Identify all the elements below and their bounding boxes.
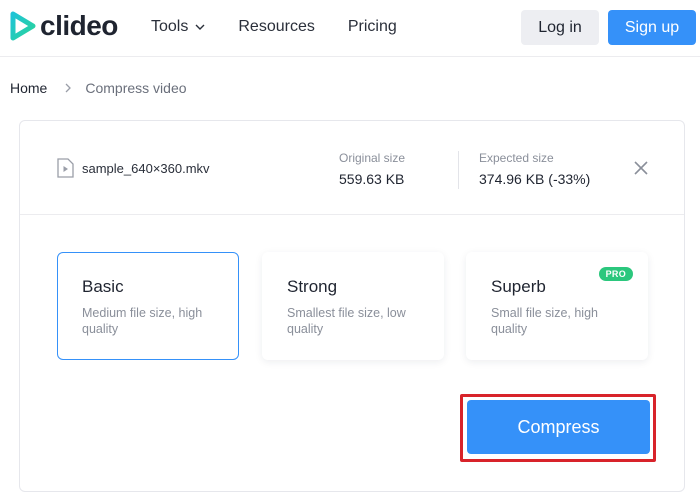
option-strong-desc: Smallest file size, low quality bbox=[287, 306, 406, 336]
file-info-row: sample_640×360.mkv Original size 559.63 … bbox=[20, 121, 684, 215]
nav-resources-label: Resources bbox=[238, 18, 315, 35]
expected-size: Expected size 374.96 KB (-33%) bbox=[479, 151, 590, 187]
compress-button[interactable]: Compress bbox=[467, 400, 650, 454]
chevron-down-icon bbox=[195, 24, 205, 30]
chevron-right-icon bbox=[65, 83, 72, 93]
nav-tools[interactable]: Tools bbox=[151, 18, 205, 36]
clideo-logo[interactable]: clideo bbox=[10, 11, 118, 41]
breadcrumb: Home Compress video bbox=[10, 80, 187, 96]
nav-pricing-label: Pricing bbox=[347, 18, 397, 35]
logo-play-icon bbox=[10, 11, 36, 41]
original-size-value: 559.63 KB bbox=[339, 171, 405, 187]
option-basic-title: Basic bbox=[82, 277, 124, 296]
main-nav: Tools Resources Pricing bbox=[151, 18, 430, 36]
option-superb[interactable]: Superb Small file size, high quality PRO bbox=[466, 252, 648, 360]
option-superb-desc: Small file size, high quality bbox=[491, 306, 598, 336]
top-header: clideo Tools Resources Pricing Log in Si… bbox=[0, 0, 700, 57]
logo-text: clideo bbox=[40, 10, 118, 41]
option-superb-title: Superb bbox=[491, 277, 546, 296]
size-divider bbox=[458, 151, 459, 189]
nav-tools-label: Tools bbox=[151, 18, 189, 35]
signup-button[interactable]: Sign up bbox=[608, 10, 696, 45]
original-size-label: Original size bbox=[339, 151, 406, 165]
video-file-icon bbox=[57, 158, 74, 178]
close-icon[interactable] bbox=[634, 161, 648, 175]
compress-card: sample_640×360.mkv Original size 559.63 … bbox=[19, 120, 685, 492]
file-name: sample_640×360.mkv bbox=[82, 161, 210, 176]
pro-badge: PRO bbox=[598, 267, 633, 281]
expected-size-value: 374.96 KB (-33%) bbox=[479, 171, 591, 187]
option-strong[interactable]: Strong Smallest file size, low quality bbox=[262, 252, 444, 360]
original-size: Original size 559.63 KB bbox=[339, 151, 405, 187]
breadcrumb-home[interactable]: Home bbox=[10, 80, 47, 96]
nav-pricing[interactable]: Pricing bbox=[348, 18, 397, 36]
option-basic[interactable]: Basic Medium file size, high quality bbox=[57, 252, 239, 360]
breadcrumb-current: Compress video bbox=[85, 80, 187, 96]
login-button[interactable]: Log in bbox=[521, 10, 599, 45]
option-basic-desc: Medium file size, high quality bbox=[82, 306, 203, 336]
option-strong-title: Strong bbox=[287, 277, 338, 296]
nav-resources[interactable]: Resources bbox=[238, 18, 314, 36]
expected-size-label: Expected size bbox=[479, 151, 554, 165]
